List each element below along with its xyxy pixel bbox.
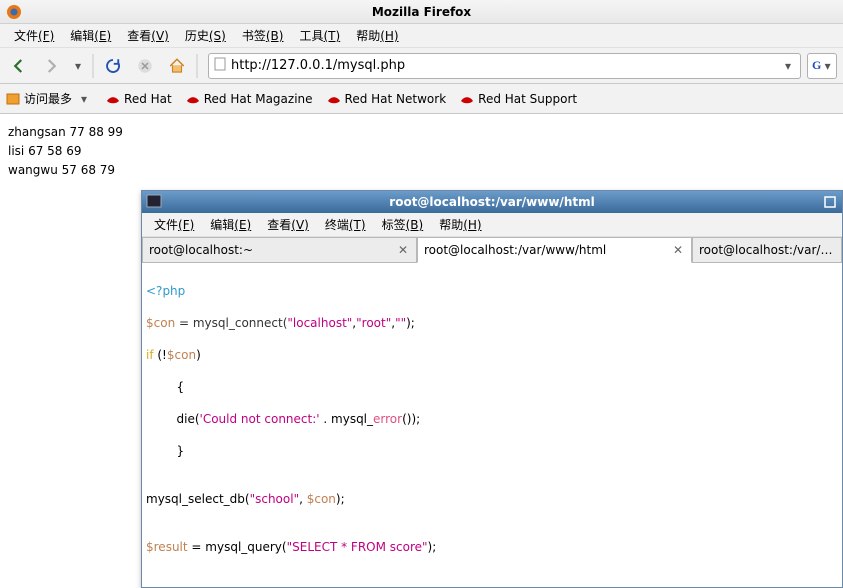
menu-bookmarks[interactable]: 书签(B) [236, 25, 290, 46]
output-row: wangwu 57 68 79 [8, 162, 835, 179]
terminal-menubar: 文件(F) 编辑(E) 查看(V) 终端(T) 标签(B) 帮助(H) [142, 213, 842, 237]
firefox-titlebar: Mozilla Firefox [0, 0, 843, 24]
firefox-icon [6, 4, 22, 20]
menu-help[interactable]: 帮助(H) [350, 25, 404, 46]
page-content: zhangsan 77 88 99 lisi 67 58 69 wangwu 5… [0, 114, 843, 190]
menu-history[interactable]: 历史(S) [179, 25, 232, 46]
terminal-titlebar[interactable]: root@localhost:/var/www/html [142, 191, 842, 213]
terminal-title: root@localhost:/var/www/html [389, 195, 594, 209]
terminal-body[interactable]: <?php $con = mysql_connect("localhost","… [142, 263, 842, 587]
term-menu-view[interactable]: 查看(V) [261, 214, 315, 235]
google-icon: G [812, 58, 821, 73]
menu-file[interactable]: 文件(F) [8, 25, 60, 46]
back-button[interactable] [6, 53, 32, 79]
term-menu-file[interactable]: 文件(F) [148, 214, 200, 235]
menu-tools[interactable]: 工具(T) [293, 25, 346, 46]
separator [196, 54, 198, 78]
menu-view[interactable]: 查看(V) [121, 25, 175, 46]
most-visited[interactable]: 访问最多▾ [6, 90, 92, 107]
url-input[interactable] [231, 55, 776, 77]
terminal-icon [146, 193, 162, 209]
search-box[interactable]: G▾ [807, 53, 837, 79]
terminal-tab-1[interactable]: root@localhost:~✕ [142, 237, 417, 263]
close-icon[interactable]: ✕ [671, 243, 685, 257]
term-menu-tabs[interactable]: 标签(B) [376, 214, 430, 235]
firefox-menubar: 文件(F) 编辑(E) 查看(V) 历史(S) 书签(B) 工具(T) 帮助(H… [0, 24, 843, 48]
url-dropdown[interactable]: ▾ [780, 59, 796, 73]
term-menu-help[interactable]: 帮助(H) [433, 214, 487, 235]
terminal-window: root@localhost:/var/www/html 文件(F) 编辑(E)… [141, 190, 843, 588]
firefox-title: Mozilla Firefox [372, 5, 471, 19]
stop-button[interactable] [132, 53, 158, 79]
bookmark-redhat[interactable]: Red Hat [106, 92, 172, 106]
bookmark-redhat-support[interactable]: Red Hat Support [460, 92, 577, 106]
menu-edit[interactable]: 编辑(E) [64, 25, 117, 46]
forward-button[interactable] [38, 53, 64, 79]
close-icon[interactable]: ✕ [396, 243, 410, 257]
search-engine-dropdown[interactable]: ▾ [823, 59, 832, 73]
bookmark-redhat-network[interactable]: Red Hat Network [327, 92, 447, 106]
output-row: zhangsan 77 88 99 [8, 124, 835, 141]
output-row: lisi 67 58 69 [8, 143, 835, 160]
terminal-tab-strip: root@localhost:~✕ root@localhost:/var/ww… [142, 237, 842, 263]
term-menu-terminal[interactable]: 终端(T) [319, 214, 372, 235]
firefox-toolbar: ▾ ▾ G▾ [0, 48, 843, 84]
bookmark-redhat-magazine[interactable]: Red Hat Magazine [186, 92, 313, 106]
term-menu-edit[interactable]: 编辑(E) [204, 214, 257, 235]
url-bar[interactable]: ▾ [208, 53, 801, 79]
terminal-tab-2[interactable]: root@localhost:/var/www/html✕ [417, 237, 692, 263]
bookmark-toolbar: 访问最多▾ Red Hat Red Hat Magazine Red Hat N… [0, 84, 843, 114]
terminal-tab-3[interactable]: root@localhost:/var/ww [692, 237, 842, 263]
maximize-button[interactable] [820, 193, 840, 211]
separator [92, 54, 94, 78]
reload-button[interactable] [100, 53, 126, 79]
home-button[interactable] [164, 53, 190, 79]
page-icon [213, 57, 227, 74]
nav-dropdown[interactable]: ▾ [70, 59, 86, 73]
